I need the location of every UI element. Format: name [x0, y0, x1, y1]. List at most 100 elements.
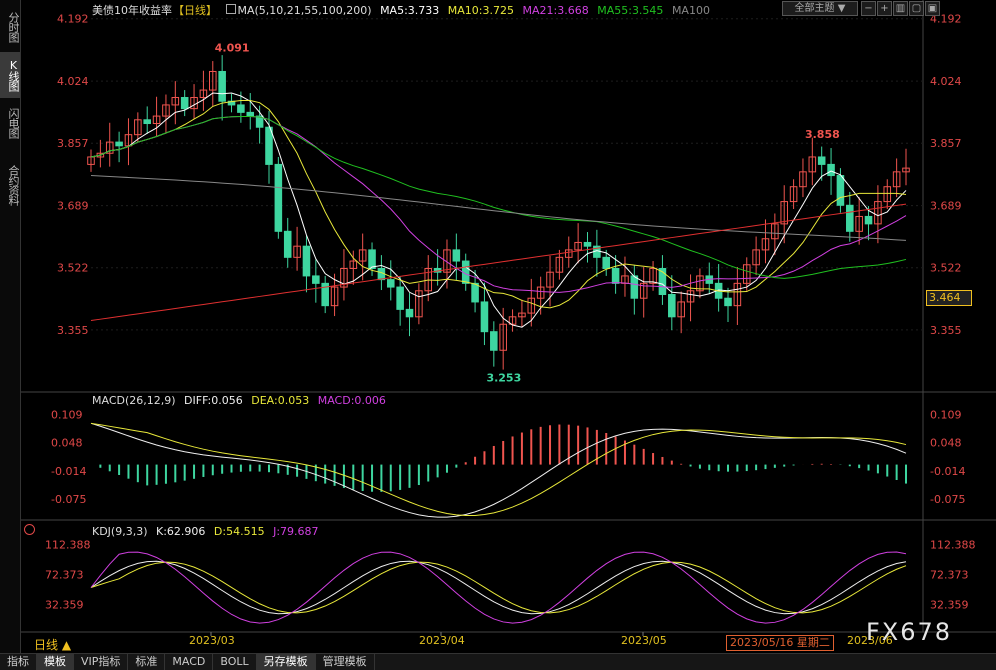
kdj-tick-left: 32.359: [45, 598, 84, 611]
bottom-tab-1[interactable]: 模板: [37, 654, 74, 670]
period-badge: 【日线】: [173, 4, 217, 17]
candle-body: [490, 331, 498, 351]
tab-contract-info[interactable]: 合约资料: [0, 156, 20, 214]
candle-body: [386, 279, 395, 288]
macd-header: MACD(26,12,9) DIFF:0.056 DEA:0.053 MACD:…: [92, 394, 391, 407]
maximize-icon[interactable]: ▣: [925, 1, 940, 16]
price-tick-right: 3.522: [930, 262, 962, 275]
bottom-tab-5[interactable]: BOLL: [213, 654, 257, 670]
bottom-tab-6[interactable]: 另存模板: [256, 654, 316, 670]
candle-body: [405, 308, 414, 318]
price-tick-left: 3.355: [57, 324, 89, 337]
price-tick-right: 4.024: [930, 75, 962, 88]
macd-label: MACD(26,12,9): [92, 394, 176, 407]
low-annotation: 3.253: [486, 372, 521, 385]
x-axis-label: 2023/04: [419, 634, 465, 647]
bottom-tab-0[interactable]: 指标: [0, 654, 37, 670]
candle-body: [180, 96, 189, 110]
zoom-out-button[interactable]: −: [861, 1, 876, 16]
theme-select[interactable]: 全部主题 ▼: [782, 1, 858, 16]
instrument-title: 美债10年收益率: [92, 4, 172, 17]
candle-body: [630, 275, 639, 299]
candle-body: [846, 204, 854, 232]
kdj-tick-left: 112.388: [45, 538, 91, 551]
kdj-d-value: D:54.515: [213, 525, 265, 538]
price-tick-left: 4.024: [57, 75, 89, 88]
kdj-j-value: J:79.687: [273, 525, 319, 538]
tab-timeshare[interactable]: 分时图: [0, 4, 20, 50]
candle-body: [817, 156, 826, 165]
macd-tick-right: 0.048: [930, 437, 962, 450]
candle-body: [396, 286, 404, 310]
chart-canvas[interactable]: 4.192 4.1924.024 4.0243.857 3.8573.689 3.689…: [21, 0, 996, 653]
candle-body: [265, 126, 273, 165]
ma-label: MA(5,10,21,55,100,200): [237, 4, 372, 17]
macd-tick-right: 0.109: [930, 409, 962, 422]
kdj-k-line: [90, 560, 907, 615]
candle-body: [827, 163, 835, 177]
price-tick-left: 4.192: [57, 13, 89, 26]
candle-body: [864, 215, 873, 225]
restore-icon[interactable]: ▢: [909, 1, 924, 16]
chevron-down-icon: ▼: [837, 3, 846, 14]
bottom-tab-3[interactable]: 标准: [128, 654, 166, 670]
candle-body: [246, 111, 255, 117]
cursor-date-tooltip: 2023/05/16 星期二: [726, 635, 834, 651]
ma5-value: MA5:3.733: [380, 4, 440, 17]
ma-legend-icon: [225, 4, 236, 14]
kdj-j-line: [90, 551, 907, 624]
kdj-tick-right: 32.359: [930, 598, 969, 611]
recent-high-annotation: 3.858: [805, 128, 840, 141]
ma10-value: MA10:3.725: [447, 4, 514, 17]
price-tick-right: 3.857: [930, 137, 962, 150]
candle-body: [452, 249, 461, 262]
candle-body: [283, 230, 292, 258]
price-tick-left: 3.689: [57, 200, 89, 213]
theme-select-label: 全部主题: [794, 3, 835, 14]
zoom-in-button[interactable]: +: [877, 1, 892, 16]
macd-hist-value: MACD:0.006: [317, 394, 386, 407]
high-annotation: 4.091: [215, 42, 250, 55]
bottom-tab-4[interactable]: MACD: [165, 654, 214, 670]
left-tab-bar: 分时图 K线图 闪电图 合约资料: [0, 0, 21, 653]
kdj-settings-icon[interactable]: [24, 524, 35, 535]
ma100-value: MA100: [671, 4, 710, 17]
macd-tick-right: -0.075: [930, 493, 965, 506]
macd-tick-left: -0.075: [51, 493, 86, 506]
price-tick-left: 3.522: [57, 262, 89, 275]
candle-body: [312, 275, 320, 284]
x-axis-label: 2023/05: [621, 634, 667, 647]
price-tick-right: 3.689: [930, 200, 962, 213]
ma55-value: MA55:3.545: [597, 4, 664, 17]
macd-tick-right: -0.014: [930, 465, 965, 478]
macd-tick-left: 0.048: [51, 437, 83, 450]
bottom-tab-7[interactable]: 管理模板: [316, 654, 375, 670]
watermark-logo: FX678: [866, 618, 953, 646]
candle-body: [368, 249, 376, 269]
candle-body: [302, 245, 311, 277]
macd-diff-value: DIFF:0.056: [184, 394, 243, 407]
kdj-k-value: K:62.906: [156, 525, 206, 538]
bottom-tab-2[interactable]: VIP指标: [74, 654, 129, 670]
kdj-d-line: [90, 561, 907, 614]
candle-body: [602, 256, 611, 269]
candle-body: [836, 175, 845, 206]
bottom-tab-bar: 指标 模板 VIP指标 标准 MACD BOLL 另存模板 管理模板: [0, 653, 996, 670]
macd-dea-value: DEA:0.053: [251, 394, 310, 407]
macd-tick-left: 0.109: [51, 409, 83, 422]
kdj-tick-right: 112.388: [930, 538, 976, 551]
candle-body: [668, 294, 676, 318]
tab-lightning[interactable]: 闪电图: [0, 100, 20, 146]
tab-kline[interactable]: K线图: [0, 52, 20, 98]
price-tick-right: 3.355: [930, 324, 962, 337]
kdj-header: KDJ(9,3,3) K:62.906 D:54.515 J:79.687: [92, 525, 324, 538]
period-selector[interactable]: 日线 ▲: [34, 636, 71, 653]
candle-body: [480, 301, 489, 333]
candle-body: [143, 119, 151, 125]
x-axis-label: 2023/03: [189, 634, 235, 647]
candle-body: [115, 141, 123, 147]
layout-icon[interactable]: ▥: [893, 1, 908, 16]
kdj-label: KDJ(9,3,3): [92, 525, 148, 538]
candle-body: [471, 282, 479, 303]
candle-body: [274, 163, 283, 232]
